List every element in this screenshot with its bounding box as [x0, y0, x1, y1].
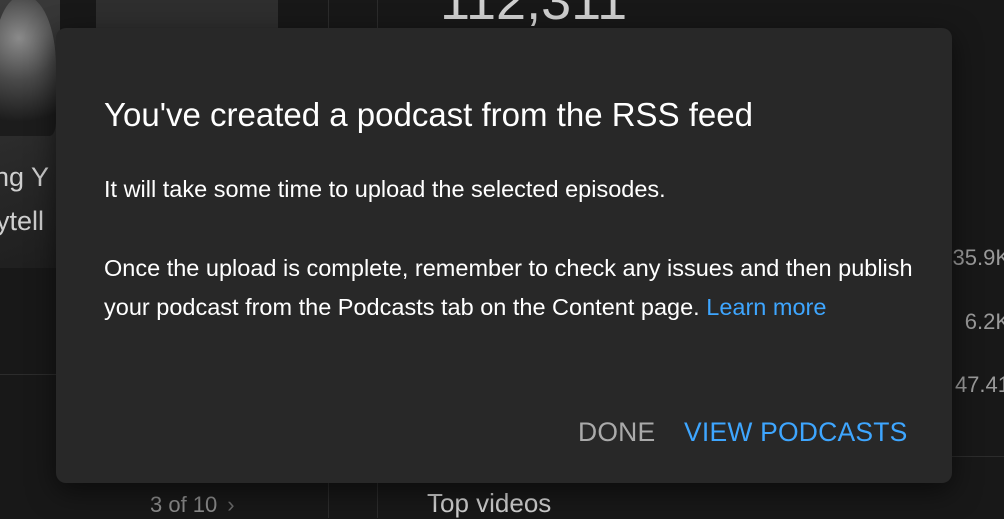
channel-thumbnail[interactable]: ng Y ytell — [0, 0, 60, 268]
chevron-right-icon[interactable]: › — [227, 492, 234, 517]
dialog-body: It will take some time to upload the sel… — [104, 170, 914, 328]
view-podcasts-button[interactable]: VIEW PODCASTS — [684, 412, 907, 452]
learn-more-link[interactable]: Learn more — [706, 294, 826, 320]
pager-label: 3 of 10 — [150, 492, 217, 517]
stat-value: 47.41 — [955, 372, 1004, 398]
thumbnail-caption-line1: ng Y — [0, 162, 49, 193]
dialog-title: You've created a podcast from the RSS fe… — [104, 95, 753, 135]
stat-value: 6.2K — [965, 309, 1004, 335]
thumbnail-caption-line2: ytell — [0, 206, 44, 237]
stat-value: 35.9K — [953, 245, 1004, 271]
done-button[interactable]: DONE — [578, 412, 655, 452]
podcast-created-dialog: You've created a podcast from the RSS fe… — [56, 28, 952, 483]
top-videos-heading: Top videos — [427, 488, 551, 519]
thumbnail-portrait — [0, 0, 56, 136]
pager: 3 of 10 › — [150, 492, 235, 518]
dialog-paragraph-upload: It will take some time to upload the sel… — [104, 170, 914, 210]
dialog-paragraph-publish: Once the upload is complete, remember to… — [104, 249, 914, 328]
